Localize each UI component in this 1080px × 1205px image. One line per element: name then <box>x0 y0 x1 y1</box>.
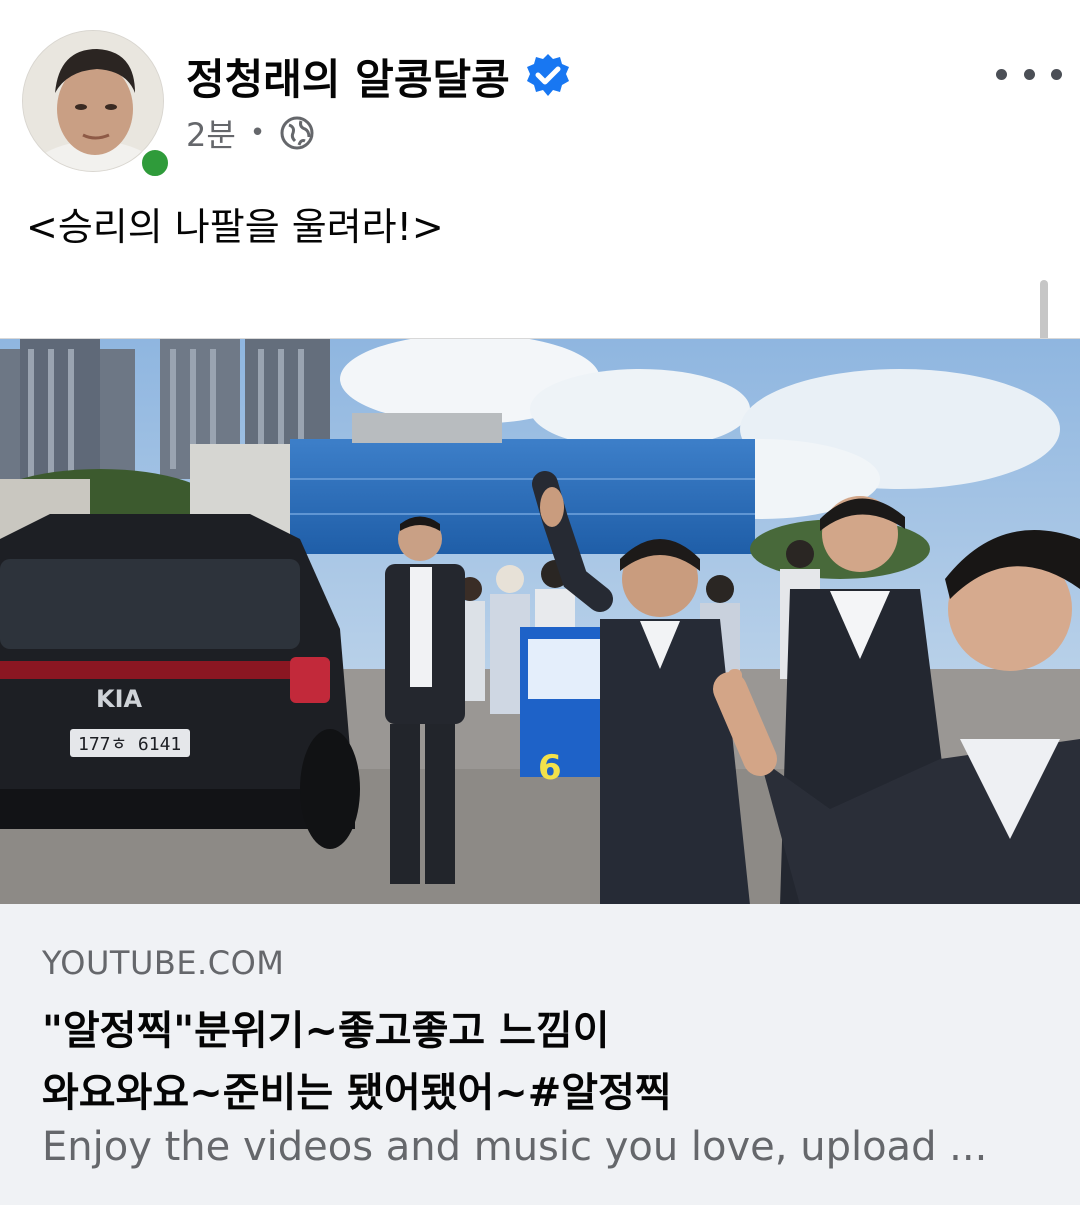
verified-badge-icon <box>526 54 569 96</box>
facebook-post: 정청래의 알콩달콩 2분 • <승리의 나팔을 울려라!> 6 177ㅎ 614… <box>0 0 1080 1205</box>
post-message: <승리의 나팔을 울려라!> <box>26 205 444 249</box>
post-image[interactable]: 6 177ㅎ 6141 KIA <box>0 338 1080 905</box>
online-status-indicator <box>138 146 172 180</box>
post-timestamp[interactable]: 2분 <box>186 110 236 156</box>
car-brand-logo: KIA <box>96 685 143 713</box>
page-name[interactable]: 정청래의 알콩달콩 <box>186 46 510 107</box>
post-header: 정청래의 알콩달콩 <box>186 46 572 106</box>
globe-icon <box>280 116 314 150</box>
campaign-sign-number: 6 <box>538 748 562 788</box>
more-dot <box>1023 68 1035 80</box>
more-options-button[interactable] <box>996 58 1062 90</box>
license-plate: 177ㅎ 6141 <box>78 734 181 755</box>
link-domain: YOUTUBE.COM <box>42 944 285 982</box>
more-dot <box>996 68 1007 80</box>
meta-separator: • <box>249 118 266 148</box>
link-title-line-1: "알정찍"분위기~좋고좋고 느낌이 <box>42 1008 610 1054</box>
link-title-line-2: 와요와요~준비는 됐어됐어~#알정찍 <box>42 1070 672 1116</box>
link-title[interactable]: "알정찍"분위기~좋고좋고 느낌이 와요와요~준비는 됐어됐어~#알정찍 <box>42 1000 1042 1124</box>
profile-avatar[interactable] <box>22 30 172 180</box>
link-description: Enjoy the videos and music you love, upl… <box>42 1124 988 1170</box>
more-dot <box>1051 68 1062 80</box>
post-meta: 2분 • <box>186 110 315 156</box>
